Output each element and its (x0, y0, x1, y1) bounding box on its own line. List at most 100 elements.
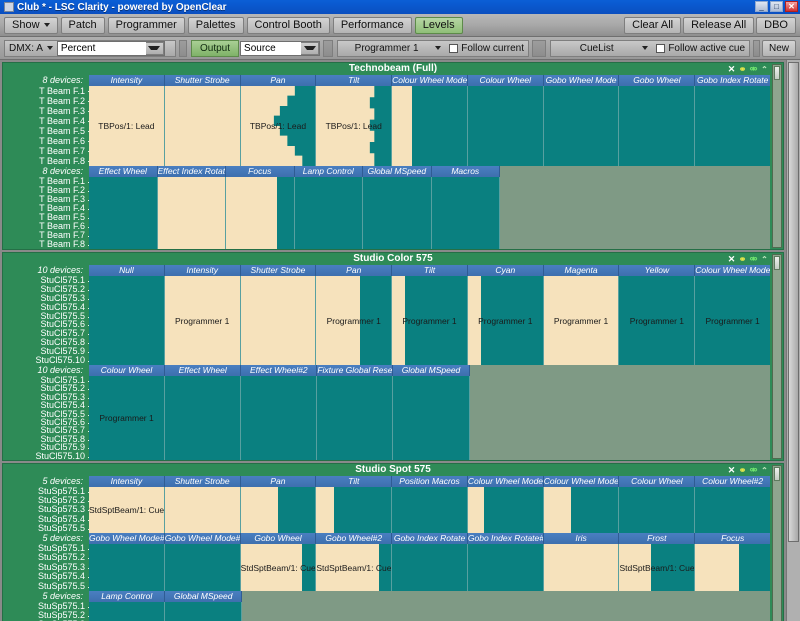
level-bar-cell[interactable]: TBPos/1: Lead (316, 86, 393, 166)
units-chevron-down-icon[interactable] (145, 41, 164, 55)
group-close-icon[interactable]: ✕ (727, 254, 736, 264)
menu-item-performance[interactable]: Performance (332, 16, 412, 34)
level-bar-cell[interactable] (695, 86, 771, 166)
level-bar-cell[interactable]: StdSptBeam/1: Cue (316, 544, 393, 591)
group-collapse-icon[interactable]: ⚭ (738, 64, 747, 74)
attribute-header[interactable]: Intensity (89, 75, 165, 86)
level-bar-cell[interactable]: StdSptBeam/1: Cue (89, 487, 165, 533)
level-bar-cell[interactable]: Programmer 1 (164, 276, 241, 365)
attribute-header[interactable]: Intensity (89, 476, 165, 487)
group-chevron-icon[interactable]: ⌃ (760, 65, 769, 74)
attribute-header[interactable]: Effect Wheel (165, 365, 242, 376)
device-name[interactable]: T Beam F.1 (3, 86, 95, 96)
programmer-select-value[interactable]: Programmer 1 (338, 43, 435, 54)
menu-item-show[interactable]: Show (4, 16, 58, 34)
device-name[interactable]: T Beam F.8 (3, 156, 95, 166)
cuelist-chevron-down-icon[interactable] (642, 46, 649, 50)
dmx-chevron-down-icon[interactable] (46, 46, 53, 50)
group-scrollbar-thumb[interactable] (774, 66, 780, 80)
level-bar-cell[interactable] (157, 177, 226, 249)
attribute-header[interactable]: Colour Wheel (89, 365, 166, 376)
clear-all-button[interactable]: Clear All (624, 16, 682, 34)
level-bar-cell[interactable]: Programmer 1 (467, 276, 544, 365)
stage-scrollbar-thumb[interactable] (788, 62, 799, 542)
level-bar-cell[interactable] (241, 376, 318, 460)
attribute-header[interactable]: Colour Wheel (619, 476, 696, 487)
close-icon[interactable]: ✕ (785, 1, 798, 12)
device-name[interactable]: T Beam F.3 (3, 106, 95, 116)
follow-active-cue-checkbox[interactable] (656, 43, 666, 53)
attribute-header[interactable]: Focus (695, 533, 771, 544)
maximize-icon[interactable]: □ (770, 1, 783, 12)
attribute-header[interactable]: Iris (543, 533, 620, 544)
group-expand-icon[interactable]: ⚮ (749, 465, 758, 475)
level-bar-cell[interactable] (240, 487, 317, 533)
output-button[interactable]: Output (191, 39, 240, 57)
attribute-header[interactable]: Colour Wheel#2 (695, 476, 771, 487)
attribute-header[interactable]: Gobo Wheel#2 (316, 533, 393, 544)
group-scrollbar-thumb[interactable] (774, 467, 780, 481)
group-scrollbar[interactable] (772, 64, 782, 248)
menu-item-palettes[interactable]: Palettes (187, 16, 244, 34)
level-bar-cell[interactable] (392, 86, 468, 166)
attribute-header[interactable]: Macros (431, 166, 500, 177)
programmer-chevron-down-icon[interactable] (435, 46, 442, 50)
source-chevron-down-icon[interactable] (301, 41, 320, 55)
menu-item-levels[interactable]: Levels (414, 16, 463, 34)
level-bar-cell[interactable] (316, 487, 393, 533)
source-select[interactable]: Source (240, 40, 321, 56)
attribute-header[interactable]: Lamp Control (89, 591, 166, 602)
device-name[interactable]: T Beam F.4 (3, 116, 95, 126)
group-collapse-icon[interactable]: ⚭ (738, 465, 747, 475)
level-bar-cell[interactable] (164, 544, 241, 591)
attribute-header[interactable]: Colour Wheel (467, 75, 544, 86)
level-bar-cell[interactable]: Programmer 1 (695, 276, 771, 365)
group-close-icon[interactable]: ✕ (727, 64, 736, 74)
group-chevron-icon[interactable]: ⌃ (760, 255, 769, 264)
attribute-header[interactable]: Gobo Wheel Mode#2 (164, 533, 241, 544)
level-bar-cell[interactable] (619, 86, 696, 166)
attribute-header[interactable]: Null (89, 265, 165, 276)
attribute-header[interactable]: Intensity (164, 265, 241, 276)
level-bar-cell[interactable] (363, 177, 432, 249)
attribute-header[interactable]: Global MSpeed (393, 365, 470, 376)
attribute-header[interactable]: Effect Index Rotate (157, 166, 226, 177)
attribute-header[interactable]: Gobo Index Rotate (695, 75, 771, 86)
level-bar-cell[interactable] (89, 177, 158, 249)
level-bar-cell[interactable]: Programmer 1 (392, 276, 468, 365)
units-select[interactable]: Percent (56, 40, 165, 56)
attribute-header[interactable]: Cyan (467, 265, 544, 276)
attribute-header[interactable]: Magenta (543, 265, 620, 276)
level-bar-cell[interactable]: StdSptBeam/1: Cue (240, 544, 317, 591)
group-close-icon[interactable]: ✕ (727, 465, 736, 475)
group-scrollbar[interactable] (772, 254, 782, 459)
stage-scrollbar[interactable] (786, 60, 800, 621)
attribute-header[interactable]: Gobo Wheel (240, 533, 317, 544)
level-bar-cell[interactable] (695, 487, 771, 533)
device-name[interactable]: StuSp575.5 (3, 523, 95, 533)
attribute-header[interactable]: Colour Wheel Mode (467, 476, 544, 487)
level-bar-cell[interactable] (165, 376, 242, 460)
device-name[interactable]: StuCl575.10 (3, 356, 95, 365)
attribute-header[interactable]: Lamp Control (294, 166, 363, 177)
level-bar-cell[interactable] (619, 487, 696, 533)
new-cuelist-button[interactable]: New (761, 39, 796, 57)
group-expand-icon[interactable]: ⚮ (749, 254, 758, 264)
attribute-header[interactable]: Gobo Wheel Mode (543, 75, 620, 86)
attribute-header[interactable]: Tilt (316, 476, 393, 487)
attribute-header[interactable]: Shutter Strobe (164, 75, 241, 86)
attribute-header[interactable]: Global MSpeed (363, 166, 432, 177)
group-chevron-icon[interactable]: ⌃ (760, 466, 769, 475)
group-scrollbar[interactable] (772, 465, 782, 621)
attribute-header[interactable]: Shutter Strobe (164, 476, 241, 487)
attribute-header[interactable]: Gobo Index Rotate (392, 533, 468, 544)
attribute-header[interactable]: Pan (240, 75, 317, 86)
attribute-header[interactable]: Pan (316, 265, 393, 276)
menu-item-programmer[interactable]: Programmer (107, 16, 185, 34)
attribute-header[interactable]: Frost (619, 533, 696, 544)
release-all-button[interactable]: Release All (683, 16, 755, 34)
menu-item-control-booth[interactable]: Control Booth (246, 16, 330, 34)
attribute-header[interactable]: Fixture Global Reset (317, 365, 394, 376)
level-bar-cell[interactable] (467, 487, 544, 533)
minimize-icon[interactable]: _ (755, 1, 768, 12)
